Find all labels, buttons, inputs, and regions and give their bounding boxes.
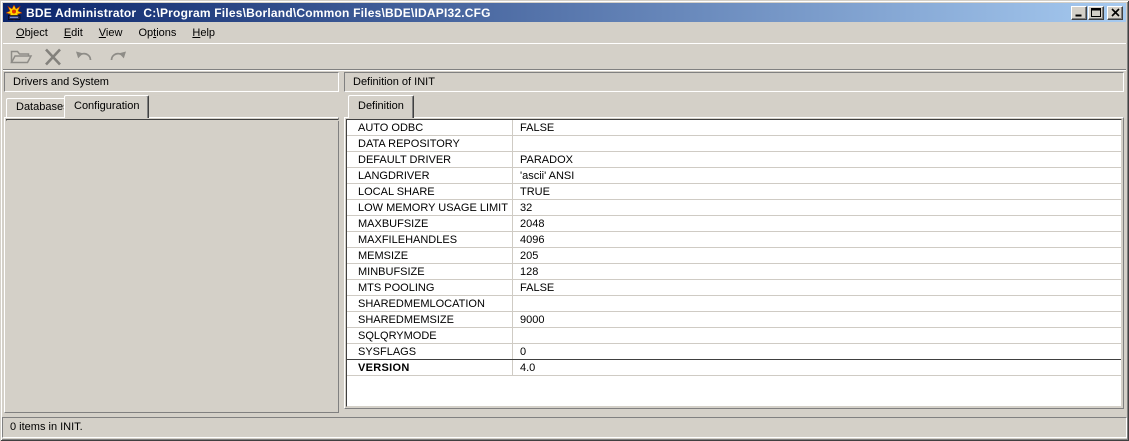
definition-key: SYSFLAGS [347, 344, 513, 359]
configuration-tree-pane: - Configurati [6, 119, 339, 121]
tab-configuration[interactable]: Configuration [64, 95, 149, 118]
definition-page: AUTO ODBC FALSE DATA REPOSITORY DEFAULT … [344, 117, 1124, 409]
configuration-tree: - Configurati [7, 120, 338, 121]
menu-item[interactable]: Edit [56, 25, 91, 41]
definition-value[interactable]: 9000 [513, 314, 1121, 326]
redo-icon [105, 46, 129, 68]
left-panel-header: Drivers and System [4, 72, 339, 92]
definition-key: MAXFILEHANDLES [347, 232, 513, 247]
definition-key: SHAREDMEMSIZE [347, 312, 513, 327]
definition-value[interactable]: 0 [513, 346, 1121, 358]
definition-key: MTS POOLING [347, 280, 513, 295]
definition-row[interactable]: SHAREDMEMLOCATION [347, 296, 1121, 312]
undo-button[interactable] [72, 45, 98, 68]
window-title: BDE Administrator C:\Program Files\Borla… [26, 6, 1071, 20]
right-panel-header: Definition of INIT [344, 72, 1124, 92]
delete-button[interactable] [40, 45, 66, 68]
definition-key: MEMSIZE [347, 248, 513, 263]
menu-bar: ObjectEditViewOptionsHelp [3, 23, 1126, 42]
close-button[interactable] [1107, 6, 1123, 20]
definition-key: DATA REPOSITORY [347, 136, 513, 151]
definition-row[interactable]: MAXBUFSIZE 2048 [347, 216, 1121, 232]
definition-row[interactable]: SQLQRYMODE [347, 328, 1121, 344]
definition-key: SHAREDMEMLOCATION [347, 296, 513, 311]
definition-row[interactable]: DATA REPOSITORY [347, 136, 1121, 152]
definition-value[interactable]: FALSE [513, 122, 1121, 134]
definition-key: AUTO ODBC [347, 120, 513, 135]
definition-row[interactable]: DEFAULT DRIVER PARADOX [347, 152, 1121, 168]
status-bar: 0 items in INIT. [2, 417, 1127, 438]
definition-key: DEFAULT DRIVER [347, 152, 513, 167]
definition-value[interactable]: 205 [513, 250, 1121, 262]
bde-administrator-window: BDE Administrator C:\Program Files\Borla… [0, 0, 1129, 441]
title-bar: BDE Administrator C:\Program Files\Borla… [3, 3, 1126, 22]
definition-key: SQLQRYMODE [347, 328, 513, 343]
tab-definition[interactable]: Definition [348, 95, 414, 118]
menu-item[interactable]: Help [184, 25, 223, 41]
undo-icon [73, 46, 97, 68]
open-folder-icon [9, 46, 33, 68]
definition-value[interactable]: PARADOX [513, 154, 1121, 166]
definition-row[interactable]: MEMSIZE 205 [347, 248, 1121, 264]
definition-key: LOCAL SHARE [347, 184, 513, 199]
menu-item[interactable]: Options [130, 25, 184, 41]
definition-value[interactable]: 2048 [513, 218, 1121, 230]
definition-key: LANGDRIVER [347, 168, 513, 183]
definition-table: AUTO ODBC FALSE DATA REPOSITORY DEFAULT … [347, 120, 1121, 376]
menu-item[interactable]: Object [8, 25, 56, 41]
close-icon [1111, 8, 1120, 17]
definition-pane: AUTO ODBC FALSE DATA REPOSITORY DEFAULT … [346, 119, 1122, 407]
status-text: 0 items in INIT. [10, 421, 83, 433]
definition-row[interactable]: SYSFLAGS 0 [347, 344, 1121, 360]
toolbar [3, 43, 1126, 69]
definition-key: MAXBUFSIZE [347, 216, 513, 231]
definition-value[interactable]: 4.0 [513, 362, 1121, 374]
definition-row[interactable]: MAXFILEHANDLES 4096 [347, 232, 1121, 248]
definition-value[interactable]: 4096 [513, 234, 1121, 246]
definition-row[interactable]: SHAREDMEMSIZE 9000 [347, 312, 1121, 328]
definition-value[interactable]: 32 [513, 202, 1121, 214]
definition-key: LOW MEMORY USAGE LIMIT [347, 200, 513, 215]
definition-row[interactable]: AUTO ODBC FALSE [347, 120, 1121, 136]
maximize-icon [1091, 8, 1101, 17]
definition-value[interactable]: 128 [513, 266, 1121, 278]
definition-value[interactable]: FALSE [513, 282, 1121, 294]
definition-row[interactable]: VERSION 4.0 [347, 360, 1121, 376]
delete-x-icon [41, 46, 65, 68]
menu-item[interactable]: View [91, 25, 131, 41]
definition-value[interactable]: 'ascii' ANSI [513, 170, 1121, 182]
configuration-page: - Configurati [4, 117, 339, 413]
definition-key: VERSION [347, 360, 513, 375]
definition-row[interactable]: MTS POOLING FALSE [347, 280, 1121, 296]
definition-row[interactable]: LOCAL SHARE TRUE [347, 184, 1121, 200]
definition-key: MINBUFSIZE [347, 264, 513, 279]
minimize-button[interactable] [1071, 6, 1087, 20]
definition-value[interactable]: TRUE [513, 186, 1121, 198]
definition-row[interactable]: LOW MEMORY USAGE LIMIT 32 [347, 200, 1121, 216]
definition-row[interactable]: MINBUFSIZE 128 [347, 264, 1121, 280]
open-button[interactable] [8, 45, 34, 68]
redo-button[interactable] [104, 45, 130, 68]
toolbar-divider [3, 69, 1126, 71]
definition-row[interactable]: LANGDRIVER 'ascii' ANSI [347, 168, 1121, 184]
minimize-icon [1074, 8, 1084, 17]
bde-app-icon [6, 5, 22, 21]
maximize-button[interactable] [1088, 6, 1104, 20]
